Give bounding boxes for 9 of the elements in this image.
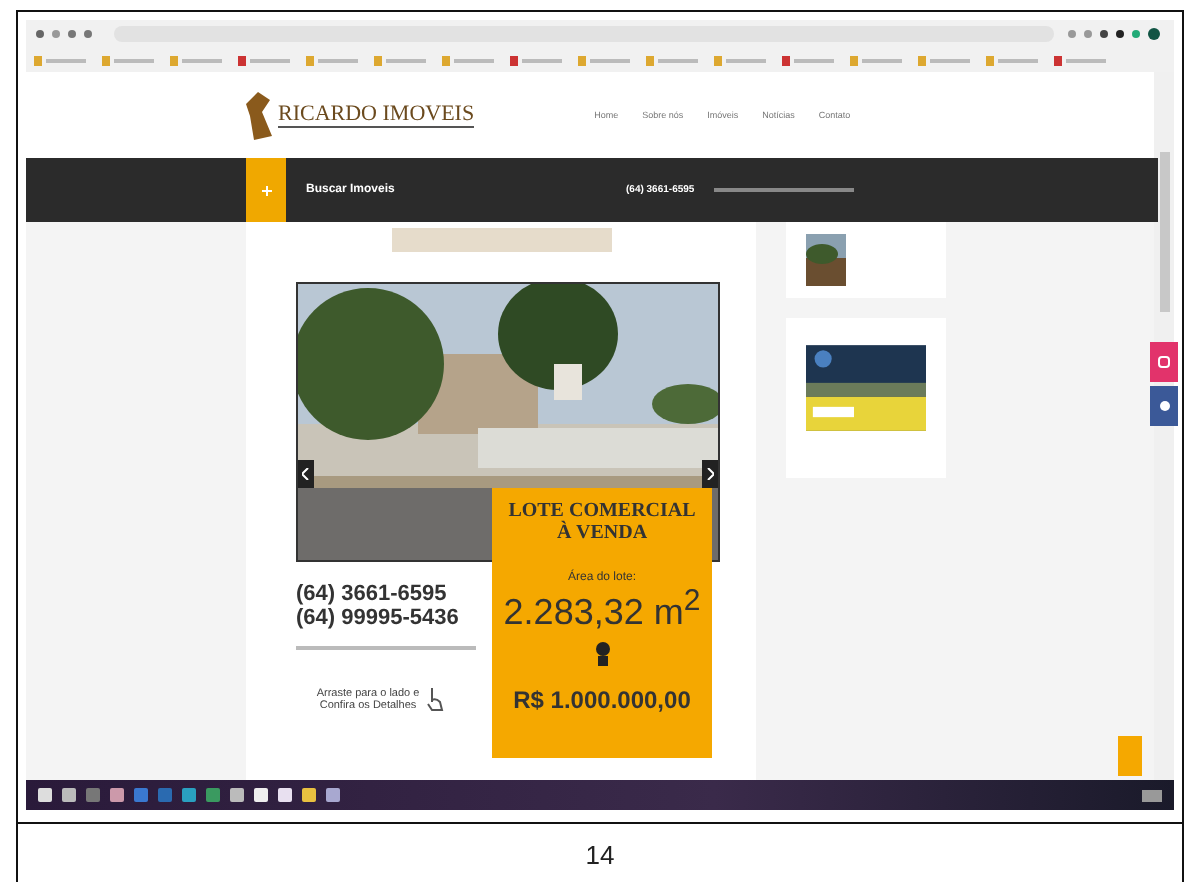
phone-number: (64) 3661-6595	[296, 582, 449, 606]
logo-text: RICARDO IMOVEIS	[278, 102, 475, 128]
page-number: 14	[18, 822, 1182, 882]
area-value: 2.283,32 m$^{2}$	[503, 584, 701, 634]
listing-subtitle: À VENDA	[556, 522, 648, 544]
listing-title: LOTE COMERCIAL	[508, 500, 696, 522]
price: R$ 1.000.000,00	[513, 686, 691, 714]
site-logo[interactable]: RICARDO IMOVEIS	[246, 91, 475, 139]
phone-number: (64) 99995-5436	[296, 606, 461, 630]
